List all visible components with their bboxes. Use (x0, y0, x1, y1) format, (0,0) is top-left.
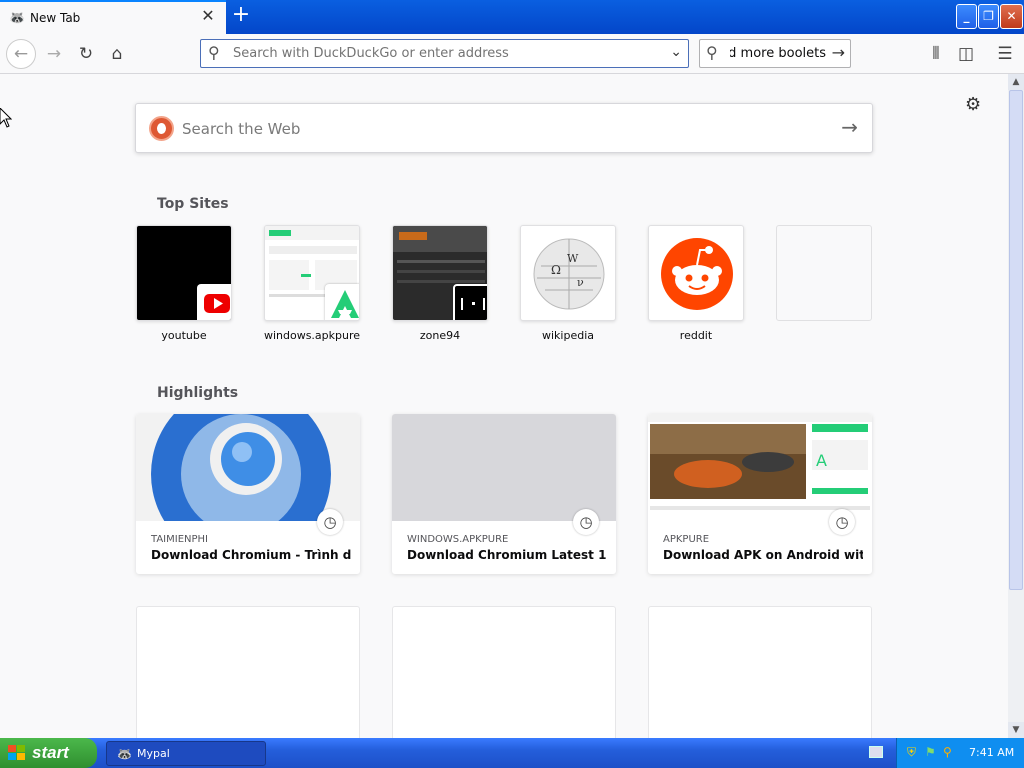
library-button[interactable]: ⫴ (922, 40, 950, 68)
svg-text:Ω: Ω (551, 263, 561, 277)
highlight-image (136, 414, 360, 564)
mouse-cursor-icon (0, 108, 12, 128)
site-label: windows.apkpure (263, 329, 361, 342)
svg-text:W: W (567, 252, 579, 265)
taskbar-clock: 7:41 AM (969, 746, 1015, 759)
title-bar: 🦝 New Tab ✕ + _ ❐ ✕ (0, 0, 1024, 34)
clock-icon: ◷ (829, 509, 855, 535)
empty-highlight-card (392, 606, 616, 738)
svg-text:A: A (816, 451, 827, 470)
chromium-logo-icon (151, 414, 331, 564)
window-close-button[interactable]: ✕ (1000, 4, 1023, 29)
web-search-placeholder: Search the Web (182, 120, 301, 138)
scroll-down-arrow-icon[interactable]: ▼ (1008, 722, 1024, 738)
reload-button[interactable]: ↻ (72, 40, 100, 68)
duckduckgo-logo-icon (149, 116, 174, 141)
network-icon[interactable]: ⚑ (925, 745, 936, 759)
home-button[interactable]: ⌂ (103, 40, 131, 68)
site-thumbnail (136, 225, 232, 321)
highlight-host: WINDOWS.APKPURE (407, 534, 509, 545)
search-go-arrow-icon[interactable]: → (832, 43, 845, 62)
empty-highlight-card (136, 606, 360, 738)
svg-text:ν: ν (577, 276, 584, 289)
address-bar[interactable]: ⚲ Search with DuckDuckGo or enter addres… (200, 39, 689, 68)
system-tray: ⛨ ⚑ ⚲ 7:41 AM (896, 738, 1024, 768)
vertical-scrollbar[interactable]: ▲ ▼ (1008, 74, 1024, 738)
web-search-box[interactable]: Search the Web → (135, 103, 873, 153)
forward-button[interactable]: → (40, 40, 68, 68)
arrow-right-icon[interactable]: → (841, 115, 858, 139)
youtube-logo-icon (197, 284, 231, 320)
scroll-up-arrow-icon[interactable]: ▲ (1008, 74, 1024, 90)
gear-icon[interactable]: ⚙ (965, 94, 981, 115)
site-thumbnail (264, 225, 360, 321)
site-label: wikipedia (541, 329, 594, 342)
site-thumbnail (648, 225, 744, 321)
address-placeholder: Search with DuckDuckGo or enter address (233, 46, 509, 61)
back-button[interactable]: ← (6, 39, 36, 69)
new-tab-page: ⚙ Search the Web → Top Sites youtube win… (0, 74, 1008, 738)
highlight-image: A (648, 414, 872, 521)
taskbar-window-mypal[interactable]: 🦝 Mypal (106, 741, 266, 766)
highlight-title: Download APK on Android with ... (663, 548, 863, 562)
site-label: zone94 (419, 329, 461, 342)
taskbar: start 🦝 Mypal ⛨ ⚑ ⚲ 7:41 AM (0, 738, 1024, 768)
search-box-value: ed more boolets (730, 46, 826, 61)
search-icon: ⚲ (208, 43, 220, 62)
tab-title: New Tab (30, 11, 81, 25)
security-shield-icon[interactable]: ⛨ (907, 745, 916, 760)
highlight-card[interactable]: A ◷ APKPURE Download APK on Android with… (648, 414, 872, 574)
highlights-heading: Highlights (157, 385, 239, 401)
site-thumbnail: Ω W ν (520, 225, 616, 321)
wikipedia-globe-icon: Ω W ν (533, 238, 605, 310)
highlight-host: APKPURE (663, 534, 710, 545)
keyboard-icon[interactable] (869, 746, 883, 758)
site-thumbnail-empty (776, 225, 872, 321)
highlight-image (392, 414, 616, 521)
apkpure-logo-icon (325, 284, 359, 320)
highlight-title: Download Chromium Latest 120.... (407, 548, 607, 562)
reddit-logo-icon (661, 238, 733, 310)
search-icon: ⚲ (706, 43, 718, 62)
chevron-down-icon[interactable]: ⌄ (670, 44, 682, 60)
restore-button[interactable]: ❐ (978, 4, 999, 29)
taskbar-window-label: Mypal (137, 747, 170, 760)
site-thumbnail (392, 225, 488, 321)
highlight-title: Download Chromium - Trình duyệt... (151, 548, 351, 562)
tab-new-tab[interactable]: 🦝 New Tab ✕ (0, 0, 226, 34)
search-tray-icon[interactable]: ⚲ (943, 745, 952, 759)
clock-icon: ◷ (317, 509, 343, 535)
mypal-favicon-icon: 🦝 (9, 11, 26, 26)
highlight-card[interactable]: ◷ TAIMIENPHI Download Chromium - Trình d… (136, 414, 360, 574)
zone94-logo-icon (453, 284, 487, 320)
empty-highlight-card (648, 606, 872, 738)
minimize-button[interactable]: _ (956, 4, 977, 29)
clock-icon: ◷ (573, 509, 599, 535)
hamburger-menu-icon[interactable]: ☰ (991, 40, 1019, 68)
tab-close-icon[interactable]: ✕ (199, 7, 217, 25)
highlight-host: TAIMIENPHI (151, 534, 208, 545)
mypal-app-icon: 🦝 (117, 747, 132, 761)
scrollbar-thumb[interactable] (1009, 90, 1023, 590)
highlight-card[interactable]: ◷ WINDOWS.APKPURE Download Chromium Late… (392, 414, 616, 574)
site-label: reddit (679, 329, 713, 342)
navigation-toolbar: ← → ↻ ⌂ ⚲ Search with DuckDuckGo or ente… (0, 34, 1024, 74)
windows-flag-icon (8, 745, 25, 760)
sidebar-toggle-button[interactable]: ◫ (952, 40, 980, 68)
new-tab-button[interactable]: + (230, 4, 252, 28)
search-box[interactable]: ⚲ ed more boolets → (699, 39, 851, 68)
start-label: start (32, 743, 69, 762)
site-label: youtube (161, 329, 207, 342)
top-sites-heading: Top Sites (157, 196, 229, 212)
start-button[interactable]: start (0, 738, 97, 768)
